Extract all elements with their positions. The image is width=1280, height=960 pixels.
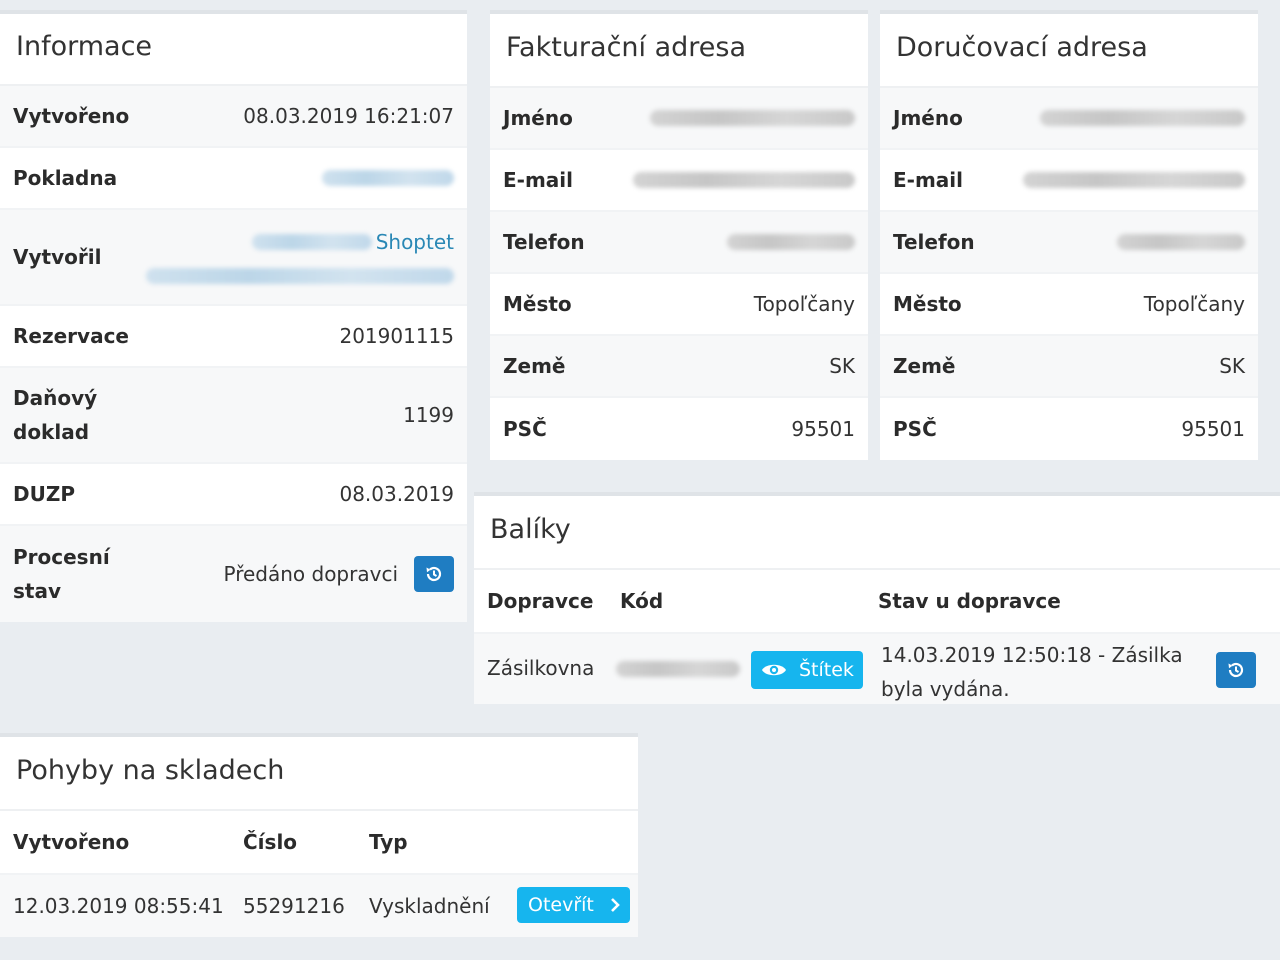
billing-email-redacted bbox=[633, 172, 855, 188]
delivery-row-email: E-mail bbox=[880, 150, 1258, 212]
billing-country-value: SK bbox=[829, 354, 855, 378]
billing-phone-label: Telefon bbox=[503, 230, 585, 254]
packages-col-status: Stav u dopravce bbox=[878, 589, 1061, 613]
info-row-created: Vytvořeno 08.03.2019 16:21:07 bbox=[0, 86, 467, 148]
stock-title: Pohyby na skladech bbox=[0, 737, 638, 811]
stock-header-row: Vytvořeno Číslo Typ bbox=[0, 811, 638, 875]
creator-top-line: Shoptet bbox=[251, 230, 454, 254]
label-button[interactable]: Štítek bbox=[751, 651, 863, 689]
billing-name-redacted bbox=[650, 110, 855, 126]
history-icon bbox=[1228, 662, 1244, 678]
stock-col-type: Typ bbox=[369, 830, 408, 854]
packages-row: Zásilkovna Štítek 14.03.2019 12:50:18 - … bbox=[474, 634, 1280, 704]
open-button[interactable]: Otevřít bbox=[517, 887, 630, 923]
delivery-phone-redacted bbox=[1117, 234, 1245, 250]
delivery-country-label: Země bbox=[893, 354, 956, 378]
delivery-city-value: Topoľčany bbox=[1143, 292, 1245, 316]
billing-panel: Fakturační adresa Jméno E-mail Telefon M… bbox=[490, 10, 868, 460]
package-carrier: Zásilkovna bbox=[487, 656, 595, 680]
delivery-row-phone: Telefon bbox=[880, 212, 1258, 274]
duzp-label: DUZP bbox=[13, 482, 76, 506]
process-label: Procesní stav bbox=[13, 545, 110, 603]
billing-email-label: E-mail bbox=[503, 168, 574, 192]
delivery-row-country: Země SK bbox=[880, 336, 1258, 398]
tax-doc-value: 1199 bbox=[403, 403, 454, 427]
info-title: Informace bbox=[0, 14, 467, 86]
billing-phone-redacted bbox=[727, 234, 855, 250]
package-status: 14.03.2019 12:50:18 - Zásilka byla vydán… bbox=[881, 643, 1183, 701]
delivery-row-city: Město Topoľčany bbox=[880, 274, 1258, 336]
packages-header-row: Dopravce Kód Stav u dopravce bbox=[474, 570, 1280, 634]
delivery-panel: Doručovací adresa Jméno E-mail Telefon M… bbox=[880, 10, 1258, 460]
stock-panel: Pohyby na skladech Vytvořeno Číslo Typ 1… bbox=[0, 733, 638, 937]
info-panel: Informace Vytvořeno 08.03.2019 16:21:07 … bbox=[0, 10, 467, 622]
label-button-text: Štítek bbox=[799, 659, 854, 681]
delivery-zip-value: 95501 bbox=[1181, 417, 1245, 441]
stock-col-number: Číslo bbox=[243, 830, 298, 854]
billing-row-email: E-mail bbox=[490, 150, 868, 212]
packages-col-carrier: Dopravce bbox=[487, 589, 594, 613]
process-value: Předáno dopravci bbox=[223, 562, 398, 586]
delivery-name-redacted bbox=[1040, 110, 1245, 126]
chevron-right-icon bbox=[610, 898, 620, 912]
billing-row-country: Země SK bbox=[490, 336, 868, 398]
info-row-process: Procesní stav Předáno dopravci bbox=[0, 526, 467, 622]
stock-row: 12.03.2019 08:55:41 55291216 Vyskladnění… bbox=[0, 875, 638, 937]
duzp-value: 08.03.2019 bbox=[339, 482, 454, 506]
history-icon bbox=[426, 566, 442, 582]
reservation-value: 201901115 bbox=[339, 324, 454, 348]
creator-name-redacted bbox=[251, 234, 372, 250]
creator-label: Vytvořil bbox=[13, 245, 102, 269]
delivery-row-zip: PSČ 95501 bbox=[880, 398, 1258, 460]
stock-type: Vyskladnění bbox=[369, 894, 490, 918]
created-value: 08.03.2019 16:21:07 bbox=[243, 104, 454, 128]
delivery-country-value: SK bbox=[1219, 354, 1245, 378]
packages-title: Balíky bbox=[474, 496, 1280, 570]
info-row-reservation: Rezervace 201901115 bbox=[0, 306, 467, 368]
billing-zip-value: 95501 bbox=[791, 417, 855, 441]
delivery-email-redacted bbox=[1023, 172, 1245, 188]
info-row-tax-doc: Daňový doklad 1199 bbox=[0, 368, 467, 464]
tax-doc-label: Daňový doklad bbox=[13, 386, 98, 444]
created-label: Vytvořeno bbox=[13, 104, 130, 128]
delivery-zip-label: PSČ bbox=[893, 417, 937, 441]
delivery-row-name: Jméno bbox=[880, 88, 1258, 150]
delivery-city-label: Město bbox=[893, 292, 962, 316]
billing-city-value: Topoľčany bbox=[753, 292, 855, 316]
info-row-duzp: DUZP 08.03.2019 bbox=[0, 464, 467, 526]
eye-icon bbox=[762, 664, 786, 676]
packages-panel: Balíky Dopravce Kód Stav u dopravce Zási… bbox=[474, 492, 1280, 704]
stock-number: 55291216 bbox=[243, 894, 345, 918]
register-label: Pokladna bbox=[13, 166, 118, 190]
billing-row-city: Město Topoľčany bbox=[490, 274, 868, 336]
info-row-creator: Vytvořil Shoptet bbox=[0, 210, 467, 306]
creator-email-redacted bbox=[146, 268, 454, 284]
delivery-title: Doručovací adresa bbox=[880, 14, 1258, 88]
open-button-text: Otevřít bbox=[528, 894, 594, 916]
reservation-label: Rezervace bbox=[13, 324, 129, 348]
delivery-email-label: E-mail bbox=[893, 168, 964, 192]
process-value-wrap: Předáno dopravci bbox=[223, 556, 454, 592]
billing-city-label: Město bbox=[503, 292, 572, 316]
register-value-redacted bbox=[322, 170, 454, 186]
billing-title: Fakturační adresa bbox=[490, 14, 868, 88]
creator-value: Shoptet bbox=[146, 230, 454, 284]
info-row-register: Pokladna bbox=[0, 148, 467, 210]
shoptet-link[interactable]: Shoptet bbox=[376, 230, 454, 254]
delivery-name-label: Jméno bbox=[893, 106, 963, 130]
stock-created: 12.03.2019 08:55:41 bbox=[13, 894, 224, 918]
billing-row-zip: PSČ 95501 bbox=[490, 398, 868, 460]
package-code-redacted bbox=[616, 661, 740, 677]
process-history-button[interactable] bbox=[414, 556, 454, 592]
stock-col-created: Vytvořeno bbox=[13, 830, 130, 854]
billing-row-name: Jméno bbox=[490, 88, 868, 150]
delivery-phone-label: Telefon bbox=[893, 230, 975, 254]
billing-zip-label: PSČ bbox=[503, 417, 547, 441]
package-history-button[interactable] bbox=[1216, 652, 1256, 688]
billing-country-label: Země bbox=[503, 354, 566, 378]
billing-name-label: Jméno bbox=[503, 106, 573, 130]
billing-row-phone: Telefon bbox=[490, 212, 868, 274]
packages-col-code: Kód bbox=[620, 589, 664, 613]
